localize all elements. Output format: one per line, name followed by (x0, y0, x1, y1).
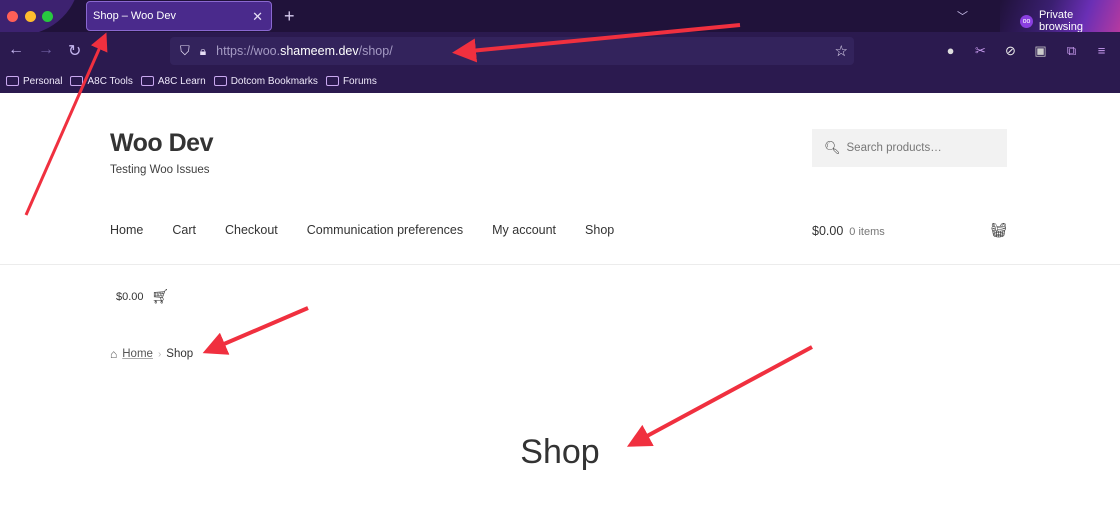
lock-icon[interactable]: 🔒︎ (200, 44, 206, 59)
tab-shop[interactable]: Shop – Woo Dev ✕ (86, 1, 272, 31)
screenshot-icon[interactable]: ✂ (973, 43, 988, 58)
cart-icon: 🛒︎ (151, 288, 170, 304)
extension-icon[interactable]: ⊘ (1003, 43, 1018, 58)
bookmark-label: Dotcom Bookmarks (230, 75, 318, 87)
breadcrumb-current: Shop (166, 348, 194, 360)
bookmark-folder[interactable]: A8C Tools (70, 75, 133, 87)
cart-count: 0 items (849, 226, 885, 238)
bookmark-label: Personal (23, 75, 63, 87)
folder-icon (325, 76, 339, 86)
bookmark-label: A8C Tools (87, 75, 133, 87)
profile-avatar-icon[interactable]: ● (943, 43, 958, 58)
cart-total: $0.00 (812, 224, 844, 238)
mini-cart[interactable]: $0.00 🛒︎ (116, 288, 169, 305)
header-divider (0, 264, 1120, 265)
minimize-window-button[interactable] (25, 11, 36, 22)
nav-shop[interactable]: Shop (585, 223, 614, 237)
mini-cart-total: $0.00 (116, 290, 144, 303)
folder-icon (213, 76, 227, 86)
tab-title: Shop – Woo Dev (93, 10, 176, 22)
private-label: Private browsing (1038, 9, 1083, 32)
web-page: Woo Dev Testing Woo Issues 🔍︎ Home Cart … (0, 93, 1120, 520)
chevron-down-icon[interactable]: ﹀ (957, 8, 968, 24)
breadcrumb-home[interactable]: Home (122, 348, 153, 360)
breadcrumb-separator: › (157, 348, 162, 360)
plus-icon[interactable]: + (284, 6, 295, 27)
extensions-puzzle-icon[interactable]: ⧉ (1064, 43, 1079, 58)
bookmark-folder[interactable]: A8C Learn (140, 75, 206, 87)
tab-strip: Shop – Woo Dev ✕ + ﹀ oo Private browsing (0, 0, 1120, 32)
back-icon[interactable]: ← (8, 41, 24, 59)
main-navigation: Home Cart Checkout Communication prefere… (110, 223, 614, 237)
forward-icon[interactable]: → (38, 41, 54, 59)
url-bar[interactable]: ⛉ 🔒︎ https://woo.shameem.dev/shop/ ☆ (170, 37, 854, 65)
folder-icon (70, 76, 84, 86)
folder-icon (140, 76, 154, 86)
bookmark-folder[interactable]: Dotcom Bookmarks (213, 75, 318, 87)
search-icon: 🔍︎ (824, 140, 841, 155)
nav-home[interactable]: Home (110, 223, 143, 237)
reload-icon[interactable]: ↻ (68, 41, 81, 61)
product-search: 🔍︎ (812, 129, 1007, 167)
bookmark-label: Forums (342, 75, 377, 87)
private-mask-extension-icon[interactable]: ▣ (1033, 43, 1048, 58)
bookmark-folder[interactable]: Forums (325, 75, 377, 87)
nav-checkout[interactable]: Checkout (225, 223, 278, 237)
folder-icon (6, 76, 19, 86)
bookmarks-bar: Personal A8C Tools A8C Learn Dotcom Book… (0, 69, 1120, 93)
private-browsing-indicator: oo Private browsing (1020, 9, 1120, 32)
url-text[interactable]: https://woo.shameem.dev/shop/ (216, 44, 393, 58)
nav-cart[interactable]: Cart (172, 223, 196, 237)
mask-icon: oo (1020, 14, 1033, 28)
shield-icon[interactable]: ⛉ (180, 43, 190, 59)
site-title[interactable]: Woo Dev (110, 129, 214, 158)
basket-icon[interactable]: 🧺︎ (990, 222, 1008, 239)
browser-chrome: Shop – Woo Dev ✕ + ﹀ oo Private browsing… (0, 0, 1120, 93)
nav-communication-preferences[interactable]: Communication preferences (307, 223, 463, 237)
close-window-button[interactable] (7, 11, 18, 22)
bookmark-label: A8C Learn (157, 75, 206, 87)
menu-icon[interactable]: ≡ (1094, 43, 1109, 58)
search-input[interactable] (846, 142, 997, 154)
bookmark-folder[interactable]: Personal (6, 76, 62, 87)
nav-bar: ← → ↻ ⛉ 🔒︎ https://woo.shameem.dev/shop/… (0, 32, 1120, 69)
nav-my-account[interactable]: My account (492, 223, 556, 237)
page-title: Shop (520, 433, 600, 471)
header-cart[interactable]: $0.00 0 items (812, 224, 885, 238)
bookmark-star-icon[interactable]: ☆ (835, 42, 848, 60)
close-icon[interactable]: ✕ (252, 9, 263, 25)
home-icon: ⌂ (110, 347, 118, 361)
site-tagline: Testing Woo Issues (110, 164, 210, 176)
breadcrumb: ⌂ Home › Shop (110, 347, 193, 361)
maximize-window-button[interactable] (42, 11, 53, 22)
